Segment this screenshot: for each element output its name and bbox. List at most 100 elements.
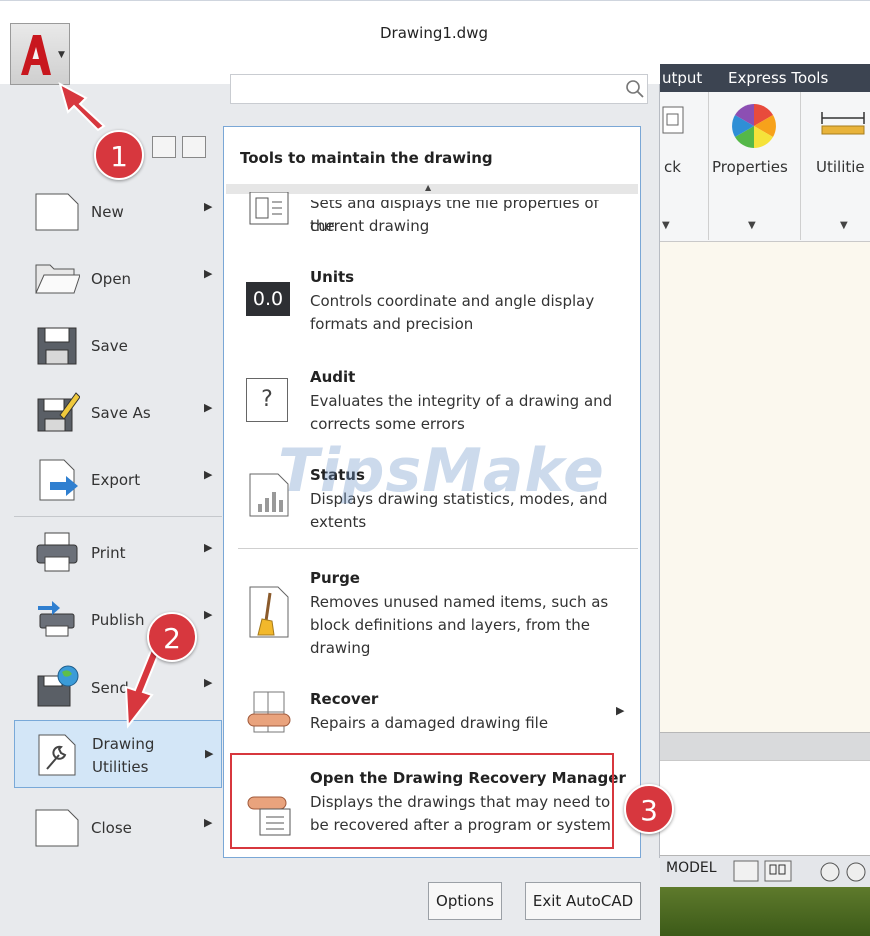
menu-item-label-line1: Drawing <box>92 735 155 753</box>
close-document-icon <box>35 809 79 847</box>
submenu-item-desc: corrects some errors <box>310 415 465 433</box>
chevron-down-icon[interactable]: ▼ <box>840 220 848 231</box>
submenu-item-desc: Repairs a damaged drawing file <box>310 714 549 732</box>
chevron-right-icon: ▶ <box>204 200 213 213</box>
menu-item-drawing-utilities[interactable]: Drawing Utilities ▶ <box>14 720 222 788</box>
new-document-icon <box>35 193 79 231</box>
menu-item-label: Print <box>91 544 126 562</box>
menu-item-open[interactable]: Open ▶ <box>14 249 222 309</box>
menu-item-label: Save <box>91 337 128 355</box>
chevron-right-icon: ▶ <box>204 816 213 829</box>
submenu-item-desc: Controls coordinate and angle display <box>310 292 595 310</box>
search-input[interactable] <box>230 74 648 104</box>
chevron-right-icon: ▶ <box>616 704 625 717</box>
drawing-canvas[interactable] <box>660 242 870 732</box>
chevron-right-icon: ▶ <box>204 401 213 414</box>
submenu-item-audit[interactable]: ? Audit Evaluates the integrity of a dra… <box>230 368 636 440</box>
chevron-right-icon: ▶ <box>204 541 213 554</box>
watermark-logo: TipsMake <box>278 436 605 506</box>
desktop-background <box>660 887 870 936</box>
submenu-item-title: Units <box>310 268 355 286</box>
chevron-right-icon: ▶ <box>204 267 213 280</box>
layout-tabs-strip <box>660 732 870 760</box>
submenu-item-drawing-properties[interactable]: Sets and displays the file properties of… <box>230 192 636 242</box>
window-title: Drawing1.dwg <box>380 24 488 42</box>
purge-broom-icon <box>249 586 289 638</box>
new-sheet-icon[interactable] <box>152 136 176 158</box>
chevron-right-icon: ▶ <box>204 676 213 689</box>
exit-autocad-button[interactable]: Exit AutoCAD <box>525 882 641 920</box>
chevron-right-icon: ▶ <box>204 468 213 481</box>
ribbon-tab-strip: utput Express Tools <box>660 64 870 92</box>
chevron-right-icon: ▶ <box>205 747 214 760</box>
submenu-item-recover[interactable]: Recover Repairs a damaged drawing file <box>230 690 636 740</box>
menu-item-label: Publish <box>91 611 145 629</box>
chevron-up-icon[interactable]: ▲ <box>425 183 431 192</box>
autocad-logo-icon <box>21 35 51 75</box>
properties-icon[interactable] <box>730 102 778 150</box>
menu-item-new[interactable]: New ▶ <box>14 182 222 242</box>
status-toggle-icons[interactable] <box>733 860 793 882</box>
ribbon-utilities-label[interactable]: Utilitie <box>816 158 865 176</box>
publish-icon <box>38 601 75 637</box>
submenu-item-title: Recover <box>310 690 379 708</box>
submenu-item-desc: block definitions and layers, from the <box>310 616 591 634</box>
ribbon-panel: ck ▼ Properties ▼ Utilitie ▼ <box>660 92 870 242</box>
drawing-properties-icon <box>249 192 289 225</box>
ribbon-tab-express-tools[interactable]: Express Tools <box>728 69 828 87</box>
menu-item-label: Send <box>91 679 129 697</box>
submenu-item-purge[interactable]: Purge Removes unused named items, such a… <box>230 569 636 659</box>
submenu-item-desc: Evaluates the integrity of a drawing and <box>310 392 613 410</box>
open-folder-icon[interactable] <box>182 136 206 158</box>
submenu-item-title: Purge <box>310 569 360 587</box>
callout-badge-3: 3 <box>624 784 674 834</box>
callout-badge-2: 2 <box>147 612 197 662</box>
ribbon-properties-label[interactable]: Properties <box>712 158 788 176</box>
measure-icon[interactable] <box>820 110 866 138</box>
callout-badge-1: 1 <box>94 130 144 180</box>
menu-item-label: Open <box>91 270 132 288</box>
highlight-box <box>230 753 614 849</box>
options-button[interactable]: Options <box>428 882 502 920</box>
menu-item-close[interactable]: Close ▶ <box>14 798 222 858</box>
submenu-header: Tools to maintain the drawing <box>240 149 493 167</box>
save-disk-icon <box>37 327 77 365</box>
printer-icon <box>36 532 78 572</box>
pan-icon[interactable] <box>818 860 868 884</box>
export-icon <box>39 459 78 501</box>
ribbon-block-label[interactable]: ck <box>664 158 681 176</box>
submenu-item-desc: Removes unused named items, such as <box>310 593 609 611</box>
application-button[interactable]: ▼ <box>10 23 70 85</box>
menu-item-save-as[interactable]: Save As ▶ <box>14 383 222 443</box>
chevron-down-icon: ▼ <box>58 50 65 60</box>
block-icon <box>662 106 684 134</box>
menu-item-label: Save As <box>91 404 151 422</box>
menu-item-export[interactable]: Export ▶ <box>14 450 222 510</box>
units-icon: 0.0 <box>246 282 290 316</box>
menu-separator <box>14 516 222 517</box>
menu-item-print[interactable]: Print ▶ <box>14 523 222 583</box>
search-icon[interactable] <box>624 78 646 100</box>
menu-item-send[interactable]: Send ▶ <box>14 658 222 718</box>
open-folder-icon <box>35 264 80 294</box>
submenu-item-title: Audit <box>310 368 356 386</box>
submenu-item-desc: formats and precision <box>310 315 474 333</box>
menu-item-label: Close <box>91 819 132 837</box>
model-space-button[interactable]: MODEL <box>666 860 717 876</box>
chevron-down-icon[interactable]: ▼ <box>748 220 756 231</box>
menu-item-label-line2: Utilities <box>92 758 149 776</box>
menu-item-save[interactable]: Save <box>14 316 222 376</box>
submenu-item-units[interactable]: 0.0 Units Controls coordinate and angle … <box>230 268 636 340</box>
submenu-separator <box>238 548 638 549</box>
chevron-right-icon: ▶ <box>204 608 213 621</box>
command-line-area[interactable] <box>660 760 870 855</box>
ribbon-separator <box>800 92 801 240</box>
chevron-down-icon[interactable]: ▼ <box>662 220 670 231</box>
menu-item-label: New <box>91 203 124 221</box>
ribbon-separator <box>708 92 709 240</box>
audit-question-icon: ? <box>246 378 288 422</box>
menu-item-label: Export <box>91 471 141 489</box>
recover-icon <box>247 691 291 733</box>
submenu-item-desc: current drawing <box>310 217 430 235</box>
ribbon-tab-output[interactable]: utput <box>662 69 702 87</box>
